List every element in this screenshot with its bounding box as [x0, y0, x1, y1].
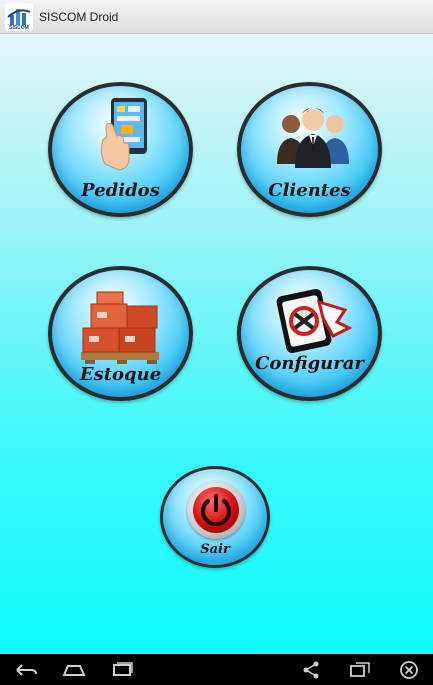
logo-text: SISCOM — [9, 24, 29, 31]
power-icon — [187, 481, 245, 539]
settings-tool-icon — [276, 288, 353, 354]
estoque-button[interactable]: Estoque — [48, 266, 193, 401]
estoque-label: Estoque — [79, 364, 162, 385]
people-group-icon — [277, 108, 349, 168]
configurar-button[interactable]: Configurar — [237, 266, 382, 401]
screen-rotate-icon[interactable] — [342, 657, 378, 682]
main-menu: Pedidos Clientes Estoque Configurar Sair — [0, 34, 433, 654]
pedidos-button[interactable]: Pedidos — [48, 82, 193, 217]
tablet-touch-icon — [100, 98, 147, 171]
recent-apps-icon[interactable] — [104, 657, 140, 682]
clientes-label: Clientes — [268, 180, 351, 201]
close-icon[interactable] — [391, 657, 427, 682]
clientes-button[interactable]: Clientes — [237, 82, 382, 217]
siscom-logo-icon: SISCOM — [5, 2, 33, 31]
app-title: SISCOM Droid — [39, 9, 119, 24]
back-icon[interactable] — [8, 657, 44, 682]
home-icon[interactable] — [56, 657, 92, 682]
sair-button[interactable]: Sair — [160, 466, 270, 568]
pedidos-label: Pedidos — [81, 180, 160, 201]
boxes-pallet-icon — [81, 291, 159, 364]
configurar-label: Configurar — [255, 353, 364, 374]
title-bar: SISCOM SISCOM Droid — [0, 0, 433, 34]
share-icon[interactable] — [293, 657, 329, 682]
system-nav-bar — [0, 654, 433, 685]
sair-label: Sair — [200, 542, 230, 557]
